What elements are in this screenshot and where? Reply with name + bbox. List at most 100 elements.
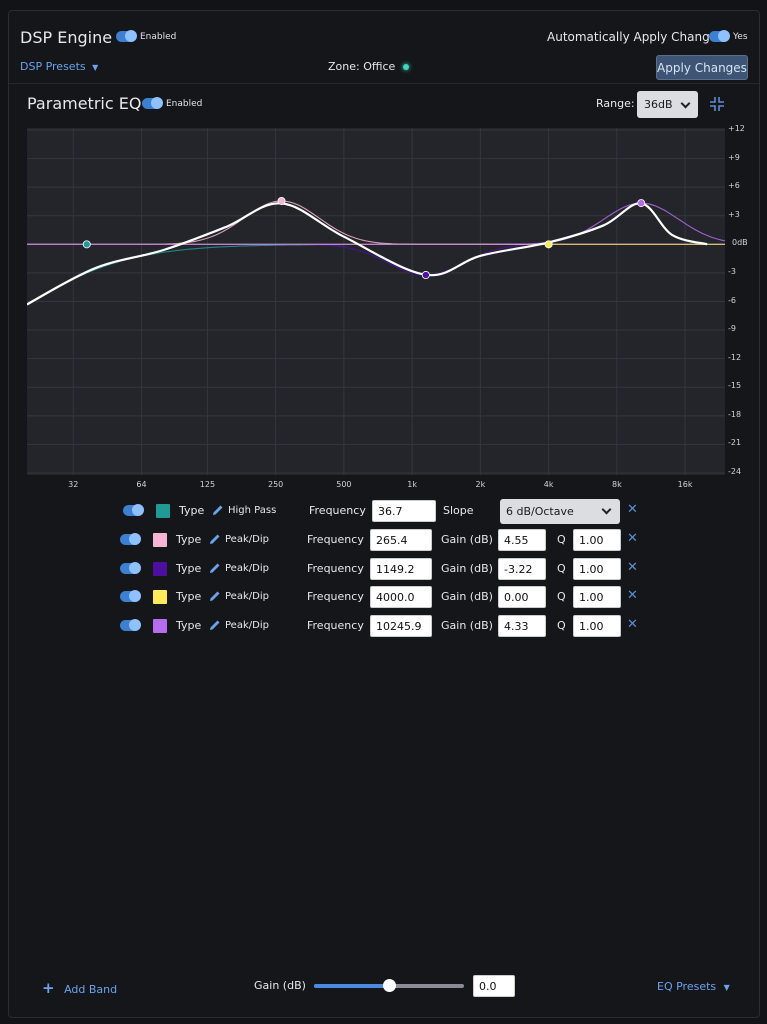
caret-down-icon: ▼ bbox=[723, 983, 730, 992]
page-title: DSP Engine bbox=[20, 28, 113, 47]
type-value-link[interactable]: Peak/Dip bbox=[225, 534, 269, 545]
dsp-enabled-label: Enabled bbox=[140, 32, 177, 42]
gain-input[interactable]: 0.0 bbox=[473, 975, 515, 997]
x-tick-label: 125 bbox=[199, 480, 216, 489]
pencil-icon[interactable] bbox=[209, 533, 221, 545]
close-icon[interactable]: ✕ bbox=[627, 560, 638, 575]
band-curve bbox=[27, 243, 725, 276]
pencil-icon[interactable] bbox=[209, 590, 221, 602]
band-color-swatch[interactable] bbox=[156, 504, 170, 518]
type-value-link[interactable]: Peak/Dip bbox=[225, 620, 269, 631]
band-enabled-toggle[interactable] bbox=[123, 504, 144, 516]
q-label: Q bbox=[557, 562, 566, 575]
frequency-input[interactable]: 10245.9 bbox=[370, 615, 432, 637]
y-tick-label: +6 bbox=[728, 181, 740, 191]
dsp-enabled-toggle[interactable] bbox=[116, 30, 137, 42]
pencil-icon[interactable] bbox=[212, 504, 224, 516]
band-handle[interactable] bbox=[544, 240, 553, 249]
type-label: Type bbox=[176, 533, 202, 546]
band-row: Type Peak/Dip Frequency 265.4 Gain (dB) 4.55 Q… bbox=[9, 528, 759, 552]
band-handle[interactable] bbox=[82, 240, 91, 249]
dsp-presets-dropdown[interactable]: DSP Presets ▼ bbox=[20, 60, 98, 73]
pencil-icon[interactable] bbox=[209, 619, 221, 631]
dsp-engine-panel: DSP Engine Enabled Automatically Apply C… bbox=[8, 10, 760, 1018]
q-label: Q bbox=[557, 590, 566, 603]
band-handle[interactable] bbox=[277, 196, 286, 205]
band-handle[interactable] bbox=[637, 199, 646, 208]
auto-apply-toggle[interactable] bbox=[709, 30, 730, 42]
frequency-input[interactable]: 1149.2 bbox=[370, 558, 432, 580]
y-tick-label: +3 bbox=[728, 209, 740, 219]
q-input[interactable]: 1.00 bbox=[573, 586, 621, 608]
q-label: Q bbox=[557, 533, 566, 546]
eq-enabled-toggle[interactable] bbox=[142, 97, 163, 109]
collapse-icon[interactable] bbox=[709, 96, 725, 112]
frequency-label: Frequency bbox=[307, 590, 364, 603]
eq-response-graph[interactable] bbox=[27, 128, 725, 475]
range-label: Range: bbox=[596, 97, 635, 110]
y-tick-label: -21 bbox=[728, 438, 742, 448]
auto-apply-value: Yes bbox=[733, 32, 748, 42]
x-tick-label: 64 bbox=[136, 480, 147, 489]
y-tick-label: -9 bbox=[728, 324, 736, 334]
eq-title: Parametric EQ bbox=[27, 94, 142, 113]
q-input[interactable]: 1.00 bbox=[573, 558, 621, 580]
gain-label: Gain (dB) bbox=[441, 619, 493, 632]
gain-input[interactable]: 0.00 bbox=[498, 586, 546, 608]
band-enabled-toggle[interactable] bbox=[120, 619, 141, 631]
band-color-swatch[interactable] bbox=[153, 590, 167, 604]
band-enabled-toggle[interactable] bbox=[120, 590, 141, 602]
close-icon[interactable]: ✕ bbox=[627, 588, 638, 603]
plus-icon: + bbox=[42, 979, 55, 997]
x-tick-label: 4k bbox=[543, 480, 554, 489]
gain-slider-thumb[interactable] bbox=[383, 979, 396, 992]
band-curve bbox=[27, 202, 725, 245]
gain-label: Gain (dB) bbox=[441, 533, 493, 546]
eq-presets-dropdown[interactable]: EQ Presets ▼ bbox=[657, 980, 730, 993]
gain-input[interactable]: 4.33 bbox=[498, 615, 546, 637]
gain-input[interactable]: -3.22 bbox=[498, 558, 546, 580]
close-icon[interactable]: ✕ bbox=[627, 531, 638, 546]
frequency-label: Frequency bbox=[307, 619, 364, 632]
apply-changes-button[interactable]: Apply Changes bbox=[656, 55, 748, 80]
band-enabled-toggle[interactable] bbox=[120, 533, 141, 545]
type-label: Type bbox=[176, 590, 202, 603]
close-icon[interactable]: ✕ bbox=[627, 617, 638, 632]
slope-select[interactable]: 6 dB/Octave bbox=[500, 499, 620, 524]
band-color-swatch[interactable] bbox=[153, 619, 167, 633]
band-row: Type Peak/Dip Frequency 4000.0 Gain (dB) 0.00… bbox=[9, 585, 759, 609]
band-row: Type Peak/Dip Frequency 10245.9 Gain (dB) 4.3… bbox=[9, 614, 759, 638]
type-value-link[interactable]: Peak/Dip bbox=[225, 563, 269, 574]
band-color-swatch[interactable] bbox=[153, 562, 167, 576]
frequency-input[interactable]: 36.7 bbox=[372, 500, 436, 522]
x-tick-label: 8k bbox=[611, 480, 622, 489]
q-input[interactable]: 1.00 bbox=[573, 529, 621, 551]
add-band-button[interactable]: + Add Band bbox=[42, 979, 117, 997]
band-enabled-toggle[interactable] bbox=[120, 562, 141, 574]
close-icon[interactable]: ✕ bbox=[627, 502, 638, 517]
frequency-input[interactable]: 265.4 bbox=[370, 529, 432, 551]
range-select[interactable]: 36dB bbox=[637, 91, 698, 118]
type-value-link[interactable]: Peak/Dip bbox=[225, 591, 269, 602]
band-handle[interactable] bbox=[421, 271, 430, 280]
pencil-icon[interactable] bbox=[209, 562, 221, 574]
gain-slider[interactable] bbox=[314, 979, 464, 992]
y-tick-label: -24 bbox=[728, 467, 742, 476]
y-tick-label: -12 bbox=[728, 352, 742, 362]
x-tick-label: 16k bbox=[677, 480, 693, 489]
x-tick-label: 1k bbox=[407, 480, 417, 489]
q-input[interactable]: 1.00 bbox=[573, 615, 621, 637]
y-tick-label: -15 bbox=[728, 381, 742, 391]
gain-input[interactable]: 4.55 bbox=[498, 529, 546, 551]
band-color-swatch[interactable] bbox=[153, 533, 167, 547]
x-tick-label: 500 bbox=[336, 480, 352, 489]
add-band-label: Add Band bbox=[64, 983, 118, 996]
x-tick-label: 2k bbox=[475, 480, 486, 489]
type-value-link[interactable]: High Pass bbox=[228, 505, 276, 516]
type-label: Type bbox=[176, 619, 202, 632]
x-tick-label: 32 bbox=[68, 480, 79, 489]
y-tick-label: +9 bbox=[728, 152, 740, 162]
frequency-input[interactable]: 4000.0 bbox=[370, 586, 432, 608]
band-curve bbox=[27, 200, 725, 245]
header-divider bbox=[9, 83, 759, 84]
